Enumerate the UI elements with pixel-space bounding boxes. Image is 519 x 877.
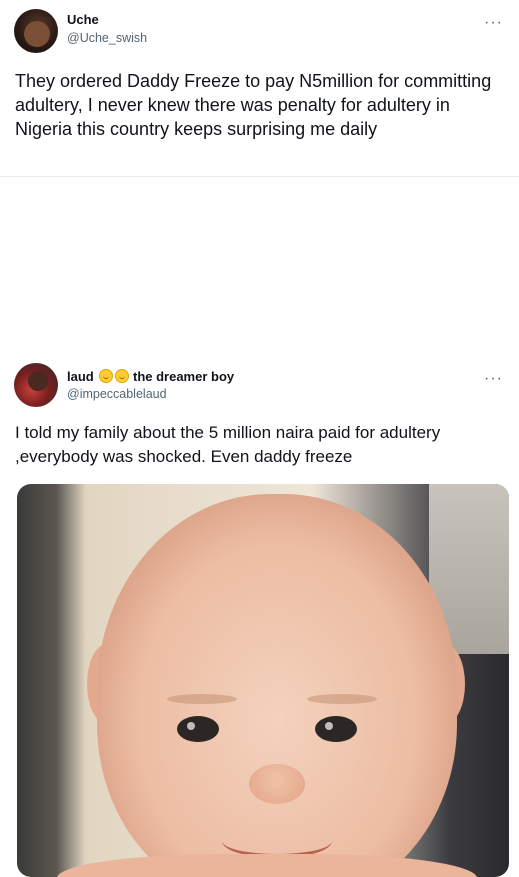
baby-chest (57, 854, 477, 877)
avatar-face (28, 371, 48, 391)
avatar[interactable] (14, 363, 58, 407)
display-name[interactable]: Uche (67, 12, 99, 27)
tweet-text: They ordered Daddy Freeze to pay N5milli… (15, 71, 492, 139)
avatar-face (24, 21, 50, 47)
display-name-suffix: the dreamer boy (132, 369, 235, 384)
baby-eye-left (177, 716, 219, 742)
more-options-icon[interactable]: ··· (484, 371, 503, 387)
tweet-uche[interactable]: Uche @Uche_swish ··· They ordered Daddy … (0, 0, 519, 177)
display-name-first: laud (67, 369, 94, 384)
user-handle[interactable]: @Uche_swish (67, 31, 147, 45)
smiling-face-emoji-icon (99, 369, 114, 383)
baby-nose (249, 764, 305, 804)
more-options-icon[interactable]: ··· (484, 15, 503, 31)
smiling-face-emoji-icon (115, 369, 130, 383)
tweet-text: I told my family about the 5 million nai… (15, 423, 441, 466)
tweet-photo[interactable] (17, 484, 509, 877)
baby-eye-right (315, 716, 357, 742)
tweet-laud[interactable]: laud the dreamer boy @impeccablelaud ···… (0, 177, 519, 877)
avatar[interactable] (14, 9, 58, 53)
display-name[interactable]: laud the dreamer boy (67, 369, 234, 384)
baby-smirk (222, 824, 332, 858)
baby-head (97, 494, 457, 877)
user-handle[interactable]: @impeccablelaud (67, 387, 167, 401)
